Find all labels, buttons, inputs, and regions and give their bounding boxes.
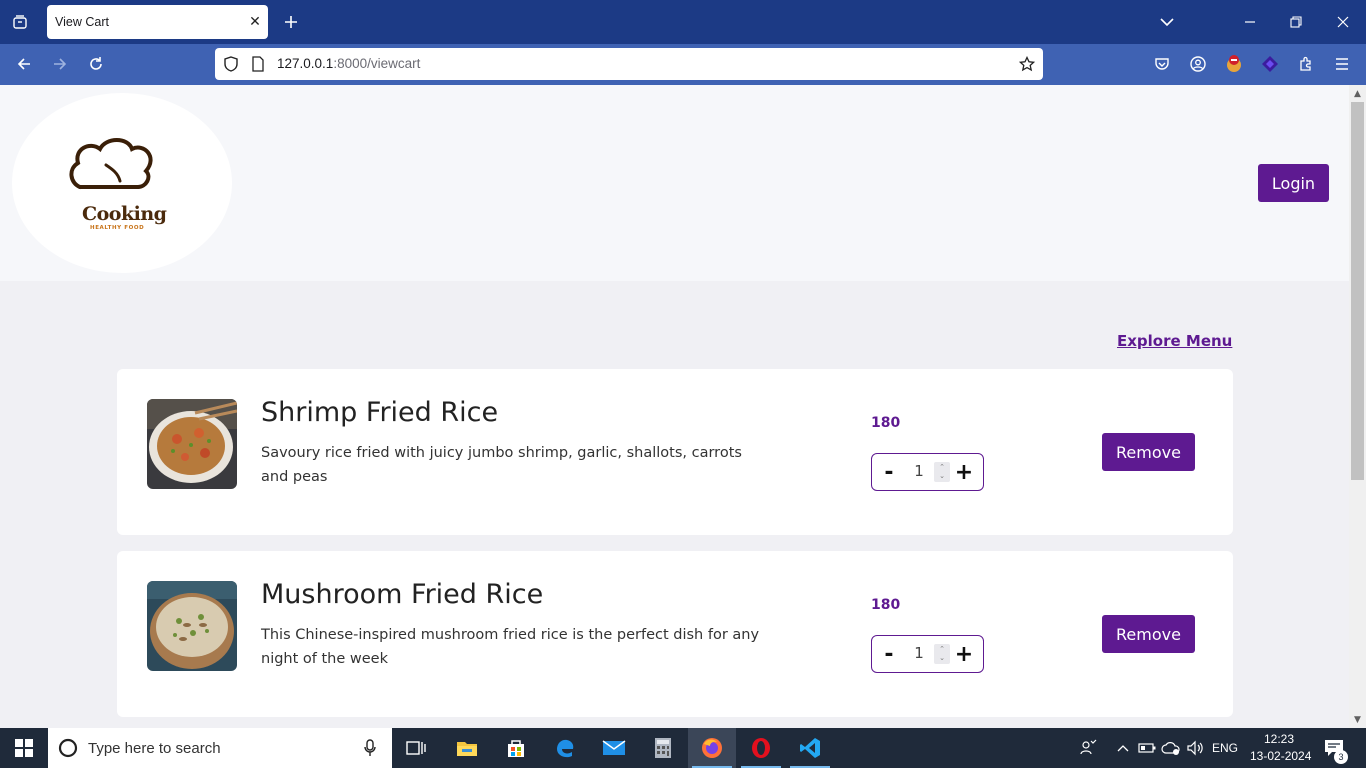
reload-icon[interactable] xyxy=(80,48,112,80)
vscode-icon[interactable] xyxy=(786,728,834,768)
cart-item-card: Shrimp Fried Rice Savoury rice fried wit… xyxy=(117,369,1233,535)
shrimp-fried-rice-image xyxy=(147,399,237,489)
notification-count-badge: 3 xyxy=(1334,750,1348,764)
new-tab-icon[interactable] xyxy=(277,8,305,36)
microsoft-store-icon[interactable] xyxy=(492,728,540,768)
spin-arrows-icon[interactable]: ⌃ ⌄ xyxy=(934,644,950,664)
microphone-icon[interactable] xyxy=(364,739,376,757)
task-view-icon[interactable] xyxy=(392,728,440,768)
chef-hat-icon xyxy=(69,138,153,189)
clock-time[interactable]: 12:23 xyxy=(1264,732,1294,746)
language-indicator[interactable]: ENG xyxy=(1212,741,1238,755)
pocket-icon[interactable] xyxy=(1146,48,1178,80)
windows-taskbar: Type here to search ENG 12:23 13-02-2024… xyxy=(0,728,1366,768)
site-header: Cooking HEALTHY FOOD Login xyxy=(0,85,1349,281)
network-cloud-icon[interactable] xyxy=(1161,738,1181,758)
calculator-icon[interactable] xyxy=(639,728,687,768)
active-tab[interactable]: View Cart ✕ xyxy=(47,5,268,39)
close-window-icon[interactable] xyxy=(1320,0,1366,44)
people-icon[interactable] xyxy=(1078,738,1098,758)
ad-block-extension-icon[interactable] xyxy=(1218,48,1250,80)
quantity-input[interactable]: 1 xyxy=(908,644,930,662)
item-price: 180 xyxy=(871,415,901,431)
login-button[interactable]: Login xyxy=(1258,164,1329,202)
remove-button[interactable]: Remove xyxy=(1102,433,1195,471)
search-placeholder: Type here to search xyxy=(88,740,221,757)
address-bar[interactable]: 127.0.0.1:8000/viewcart xyxy=(215,48,1043,80)
page-info-icon[interactable] xyxy=(248,54,268,74)
cart-item-card: Mushroom Fried Rice This Chinese-inspire… xyxy=(117,551,1233,717)
decrease-quantity-button[interactable]: - xyxy=(880,642,898,667)
windows-start-icon[interactable] xyxy=(0,728,48,768)
bookmark-star-icon[interactable] xyxy=(1017,54,1037,74)
tab-list-icon[interactable] xyxy=(0,0,40,44)
explore-menu-link[interactable]: Explore Menu xyxy=(1117,332,1232,350)
item-price: 180 xyxy=(871,597,901,613)
tab-overflow-chevron-icon[interactable] xyxy=(1144,0,1190,44)
battery-icon[interactable] xyxy=(1137,738,1157,758)
item-title: Mushroom Fried Rice xyxy=(261,579,544,610)
shield-icon[interactable] xyxy=(221,54,241,74)
scroll-thumb[interactable] xyxy=(1351,102,1364,480)
app-menu-icon[interactable] xyxy=(1326,48,1358,80)
item-description: Savoury rice fried with juicy jumbo shri… xyxy=(261,445,742,485)
site-logo[interactable]: Cooking HEALTHY FOOD xyxy=(12,93,232,273)
logo-subtext: HEALTHY FOOD xyxy=(90,225,145,231)
quantity-stepper: - 1 ⌃ ⌄ + xyxy=(871,453,984,491)
scroll-up-arrow-icon[interactable]: ▲ xyxy=(1349,85,1366,102)
minimize-icon[interactable] xyxy=(1227,0,1273,44)
increase-quantity-button[interactable]: + xyxy=(954,642,974,667)
forward-icon[interactable] xyxy=(44,48,76,80)
tab-close-icon[interactable]: ✕ xyxy=(242,9,268,35)
quantity-input[interactable]: 1 xyxy=(908,462,930,480)
quantity-stepper: - 1 ⌃ ⌄ + xyxy=(871,635,984,673)
url-text: 127.0.0.1:8000/viewcart xyxy=(277,56,421,71)
item-title: Shrimp Fried Rice xyxy=(261,397,499,428)
file-explorer-icon[interactable] xyxy=(443,728,491,768)
taskbar-search-box[interactable]: Type here to search xyxy=(48,728,392,768)
extensions-puzzle-icon[interactable] xyxy=(1290,48,1322,80)
spin-arrows-icon[interactable]: ⌃ ⌄ xyxy=(934,462,950,482)
scroll-down-arrow-icon[interactable]: ▼ xyxy=(1349,711,1366,728)
volume-icon[interactable] xyxy=(1185,738,1205,758)
clock-date[interactable]: 13-02-2024 xyxy=(1250,749,1311,763)
cortana-circle-icon xyxy=(58,738,78,758)
remove-button[interactable]: Remove xyxy=(1102,615,1195,653)
tab-title: View Cart xyxy=(55,15,109,29)
browser-tab-bar: View Cart ✕ xyxy=(0,0,1366,44)
item-description: This Chinese-inspired mushroom fried ric… xyxy=(261,627,760,667)
restore-icon[interactable] xyxy=(1273,0,1319,44)
decrease-quantity-button[interactable]: - xyxy=(880,460,898,485)
layers-extension-icon[interactable] xyxy=(1254,48,1286,80)
show-hidden-icons-chevron-icon[interactable] xyxy=(1113,738,1133,758)
mushroom-fried-rice-image xyxy=(147,581,237,671)
account-icon[interactable] xyxy=(1182,48,1214,80)
page-viewport: Cooking HEALTHY FOOD Login Explore Menu xyxy=(0,85,1349,728)
opera-icon[interactable] xyxy=(737,728,785,768)
mail-icon[interactable] xyxy=(590,728,638,768)
back-icon[interactable] xyxy=(8,48,40,80)
edge-browser-icon[interactable] xyxy=(541,728,589,768)
increase-quantity-button[interactable]: + xyxy=(954,460,974,485)
firefox-icon[interactable] xyxy=(688,728,736,768)
browser-nav-bar: 127.0.0.1:8000/viewcart xyxy=(0,44,1366,85)
logo-text: Cooking xyxy=(82,203,167,225)
